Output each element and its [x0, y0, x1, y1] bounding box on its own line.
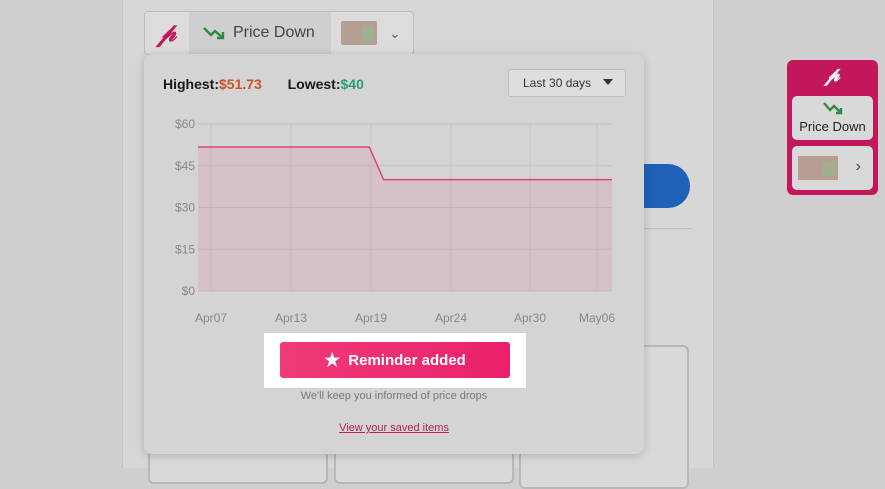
product-thumbnail-icon — [798, 156, 838, 180]
y-tick-label: $30 — [175, 201, 195, 215]
side-price-status-label: Price Down — [799, 119, 866, 134]
star-icon: ★ — [324, 350, 341, 370]
y-tick-label: $45 — [175, 159, 195, 173]
chevron-right-icon: › — [855, 158, 861, 175]
side-widget: 𝓅 Price Down › — [787, 60, 878, 195]
price-area — [198, 147, 612, 291]
x-tick-label: Apr30 — [514, 311, 546, 325]
reminder-button-label: Reminder added — [348, 351, 466, 369]
reminder-button[interactable]: ★ Reminder added — [280, 342, 510, 378]
y-tick-label: $15 — [175, 242, 195, 256]
x-tick-label: Apr07 — [195, 311, 227, 325]
side-price-status-button[interactable]: Price Down — [792, 96, 873, 140]
trend-down-arrow-icon — [823, 102, 843, 115]
x-tick-label: Apr19 — [355, 311, 387, 325]
view-saved-items-link[interactable]: View your saved items — [144, 422, 644, 434]
y-tick-label: $0 — [182, 284, 196, 298]
x-tick-label: Apr24 — [435, 311, 467, 325]
side-product-button[interactable]: › — [792, 146, 873, 190]
y-tick-label: $60 — [175, 117, 195, 131]
pricepulse-logo-icon[interactable]: 𝓅 — [787, 64, 878, 87]
x-tick-label: May06 — [579, 311, 615, 325]
x-tick-label: Apr13 — [275, 311, 307, 325]
reminder-info-text: We'll keep you informed of price drops — [300, 390, 488, 402]
